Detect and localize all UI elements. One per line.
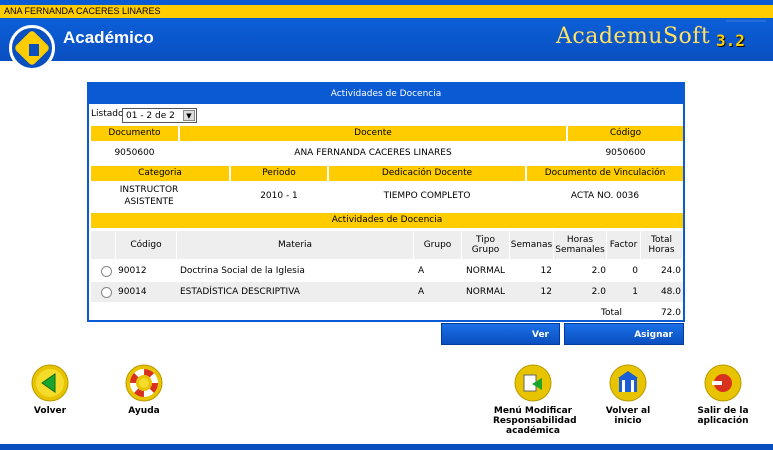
nav-volver-inicio[interactable]: Volver al inicio xyxy=(598,364,658,426)
nav-salir-label: Salir de la aplicación xyxy=(697,406,749,426)
ver-button[interactable]: Ver xyxy=(441,323,560,345)
column-grupo: Grupo xyxy=(414,231,462,259)
lifebuoy-icon[interactable] xyxy=(125,364,163,402)
row-tipo-grupo: NORMAL xyxy=(466,266,506,276)
row-materia: ESTADÍSTICA DESCRIPTIVA xyxy=(180,287,300,297)
column-semanas: Semanas xyxy=(510,231,554,259)
nav-ayuda-label: Ayuda xyxy=(128,406,160,416)
docente-nombre: ANA FERNANDA CACERES LINARES xyxy=(294,148,452,158)
asignar-button[interactable]: Asignar xyxy=(564,323,684,345)
header-periodo: Periodo xyxy=(231,166,327,181)
listado-value: 01 - 2 de 2 xyxy=(126,111,175,121)
column-tipo-grupo: Tipo Grupo xyxy=(462,231,510,259)
row-horas-semanales: 2.0 xyxy=(591,266,606,276)
column-horas-semanales: Horas Semanales xyxy=(554,231,607,259)
row-codigo: 90014 xyxy=(118,287,147,297)
header-codigo: Código xyxy=(568,126,683,141)
app-title: Académico xyxy=(63,28,154,47)
footer-bar xyxy=(0,444,773,450)
table-row: 90012 Doctrina Social de la Iglesia A NO… xyxy=(91,261,683,281)
user-name-strip: ANA FERNANDA CACERES LINARES xyxy=(0,5,773,18)
vinculacion-periodo: 2010 - 1 xyxy=(260,191,298,201)
column-factor: Factor xyxy=(607,231,641,259)
nav-volver[interactable]: Volver xyxy=(20,364,80,416)
header-documento-vinculacion: Documento de Vinculación xyxy=(527,166,683,181)
actividades-section-title: Actividades de Docencia xyxy=(91,213,683,228)
vinculacion-categoria: INSTRUCTOR ASISTENTE xyxy=(119,185,179,207)
row-tipo-grupo: NORMAL xyxy=(466,287,506,297)
row-total-horas: 24.0 xyxy=(660,266,681,276)
row-materia: Doctrina Social de la Iglesia xyxy=(180,266,305,276)
panel-title: Actividades de Docencia xyxy=(89,84,683,104)
total-value: 72.0 xyxy=(660,308,681,318)
brand-name: AcademuSoft xyxy=(556,24,711,49)
modify-responsibility-icon[interactable] xyxy=(514,364,552,402)
column-select xyxy=(91,231,116,259)
row-select-radio[interactable] xyxy=(101,266,112,277)
docente-codigo: 9050600 xyxy=(605,148,646,158)
nav-volver-label: Volver xyxy=(33,406,67,416)
vinculacion-documento: ACTA NO. 0036 xyxy=(570,191,640,201)
row-codigo: 90012 xyxy=(118,266,147,276)
row-grupo: A xyxy=(418,287,425,297)
row-factor: 0 xyxy=(632,266,638,276)
row-semanas: 12 xyxy=(540,287,552,297)
header-documento: Documento xyxy=(91,126,178,141)
docente-documento: 9050600 xyxy=(114,148,155,158)
row-horas-semanales: 2.0 xyxy=(591,287,606,297)
listado-label: Listado xyxy=(91,109,124,119)
row-semanas: 12 xyxy=(540,266,552,276)
row-factor: 1 xyxy=(632,287,638,297)
header-categoria: Categoria xyxy=(91,166,229,181)
column-codigo: Código xyxy=(116,231,177,259)
total-label: Total xyxy=(601,308,623,318)
chevron-down-icon[interactable]: ▼ xyxy=(183,110,195,121)
nav-menu-modificar-label: Menú Modificar Responsabilidad académica xyxy=(493,406,577,436)
header-docente: Docente xyxy=(180,126,566,141)
brand-version: 3.2 xyxy=(716,31,745,50)
table-row: 90014 ESTADÍSTICA DESCRIPTIVA A NORMAL 1… xyxy=(91,282,683,302)
row-total-horas: 48.0 xyxy=(660,287,681,297)
nav-salir[interactable]: Salir de la aplicación xyxy=(693,364,753,426)
nav-ayuda[interactable]: Ayuda xyxy=(114,364,174,416)
back-arrow-icon[interactable] xyxy=(31,364,69,402)
row-select-radio[interactable] xyxy=(101,287,112,298)
vinculacion-dedicacion: TIEMPO COMPLETO xyxy=(383,191,471,201)
logo-door xyxy=(29,44,39,56)
listado-select[interactable]: 01 - 2 de 2 ▼ xyxy=(122,108,197,123)
row-grupo: A xyxy=(418,266,425,276)
home-icon[interactable] xyxy=(609,364,647,402)
exit-icon[interactable] xyxy=(704,364,742,402)
actividades-panel: Actividades de Docencia Listado 01 - 2 d… xyxy=(87,82,685,322)
nav-menu-modificar[interactable]: Menú Modificar Responsabilidad académica xyxy=(493,364,577,436)
app-logo-icon xyxy=(9,25,55,71)
column-total-horas: Total Horas xyxy=(641,231,683,259)
column-materia: Materia xyxy=(177,231,414,259)
nav-volver-inicio-label: Volver al inicio xyxy=(605,406,651,426)
header-dedicacion: Dedicación Docente xyxy=(329,166,525,181)
